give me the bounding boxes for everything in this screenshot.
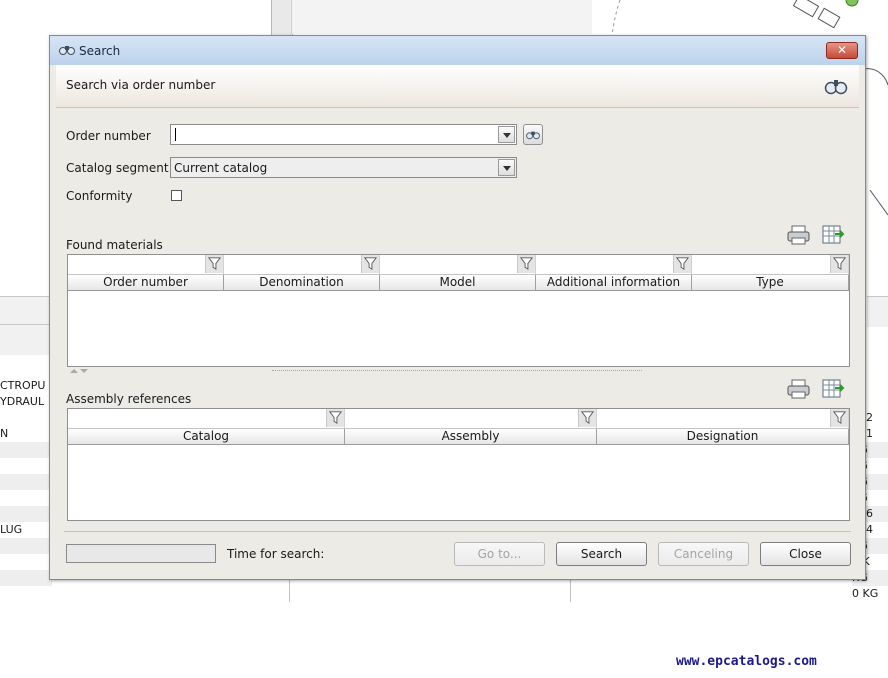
background-row-value: 0 KG (852, 587, 879, 600)
column-header-additional-information[interactable]: Additional information (536, 275, 692, 291)
footer-divider (64, 531, 851, 532)
background-toolbar-left (0, 296, 50, 355)
catalog-segment-label: Catalog segment (66, 161, 169, 175)
title-bar[interactable]: Search ✕ (50, 36, 865, 65)
background-row (0, 538, 52, 554)
dialog-title: Search (79, 44, 121, 58)
time-for-search-label: Time for search: (227, 547, 325, 561)
filter-cell[interactable] (345, 409, 597, 428)
filter-cell[interactable] (692, 255, 849, 274)
filter-icon[interactable] (361, 255, 379, 273)
header-title: Search via order number (66, 78, 216, 92)
catalog-segment-value: Current catalog (174, 161, 268, 175)
filter-cell[interactable] (536, 255, 692, 274)
binoculars-icon (526, 131, 540, 140)
background-row (0, 474, 52, 490)
conformity-checkbox[interactable] (171, 190, 182, 201)
column-header-type[interactable]: Type (692, 275, 849, 291)
background-column-divider (289, 580, 290, 602)
filter-cell[interactable] (68, 409, 345, 428)
filter-icon[interactable] (830, 409, 848, 427)
search-button[interactable]: Search (556, 542, 647, 566)
background-row-label: LUG (0, 523, 23, 536)
binoculars-icon (824, 80, 848, 95)
export-table-icon[interactable] (821, 224, 847, 246)
background-toolbar-right (867, 296, 888, 327)
text-cursor (175, 128, 176, 141)
column-header-denomination[interactable]: Denomination (224, 275, 380, 291)
background-row-label: CTROPU (0, 379, 46, 392)
background-scrollbar (271, 0, 293, 40)
filter-icon[interactable] (673, 255, 691, 273)
filter-icon[interactable] (517, 255, 535, 273)
binoculars-icon (59, 46, 75, 55)
filter-cell[interactable] (597, 409, 849, 428)
splitter-handle[interactable] (272, 370, 642, 373)
filter-cell[interactable] (224, 255, 380, 274)
background-row-label: N (0, 427, 9, 440)
collapse-arrows-icon[interactable] (68, 367, 90, 375)
filter-row (68, 255, 849, 275)
background-row-label: YDRAUL (0, 395, 45, 408)
chevron-down-icon[interactable] (498, 159, 515, 176)
background-row (0, 570, 52, 586)
canceling-button[interactable]: Canceling (658, 542, 749, 566)
column-header-catalog[interactable]: Catalog (68, 429, 345, 445)
background-divider (0, 324, 50, 325)
go-to-button[interactable]: Go to... (454, 542, 545, 566)
printer-icon[interactable] (786, 224, 812, 246)
background-row (0, 506, 52, 522)
column-header-model[interactable]: Model (380, 275, 536, 291)
filter-cell[interactable] (380, 255, 536, 274)
watermark: www.epcatalogs.com (676, 654, 817, 669)
filter-icon[interactable] (830, 255, 848, 273)
background-panel (291, 0, 592, 34)
column-header-order-number[interactable]: Order number (68, 275, 224, 291)
close-button[interactable]: Close (760, 542, 851, 566)
assembly-references-label: Assembly references (66, 392, 192, 406)
column-header-designation[interactable]: Designation (597, 429, 849, 445)
header-band: Search via order number (56, 65, 859, 108)
order-number-label: Order number (66, 129, 151, 143)
filter-icon[interactable] (326, 409, 344, 427)
search-progress-bar (66, 544, 216, 563)
found-materials-table[interactable]: Order number Denomination Model Addition… (67, 254, 850, 367)
order-number-combo[interactable] (170, 124, 517, 145)
assembly-references-table[interactable]: Catalog Assembly Designation (67, 408, 850, 521)
export-table-icon[interactable] (821, 378, 847, 400)
catalog-segment-select[interactable]: Current catalog (170, 157, 517, 178)
filter-cell[interactable] (68, 255, 224, 274)
printer-icon[interactable] (786, 378, 812, 400)
background-row (0, 442, 52, 458)
search-binoculars-button[interactable] (523, 124, 543, 145)
column-header-assembly[interactable]: Assembly (345, 429, 597, 445)
chevron-down-icon[interactable] (498, 126, 515, 143)
filter-icon[interactable] (578, 409, 596, 427)
found-materials-label: Found materials (66, 238, 163, 252)
filter-row (68, 409, 849, 429)
close-window-button[interactable]: ✕ (826, 42, 858, 59)
background-column-divider (570, 580, 571, 602)
filter-icon[interactable] (205, 255, 223, 273)
search-dialog: Search ✕ Search via order number Order n… (49, 35, 866, 580)
conformity-label: Conformity (66, 189, 133, 203)
